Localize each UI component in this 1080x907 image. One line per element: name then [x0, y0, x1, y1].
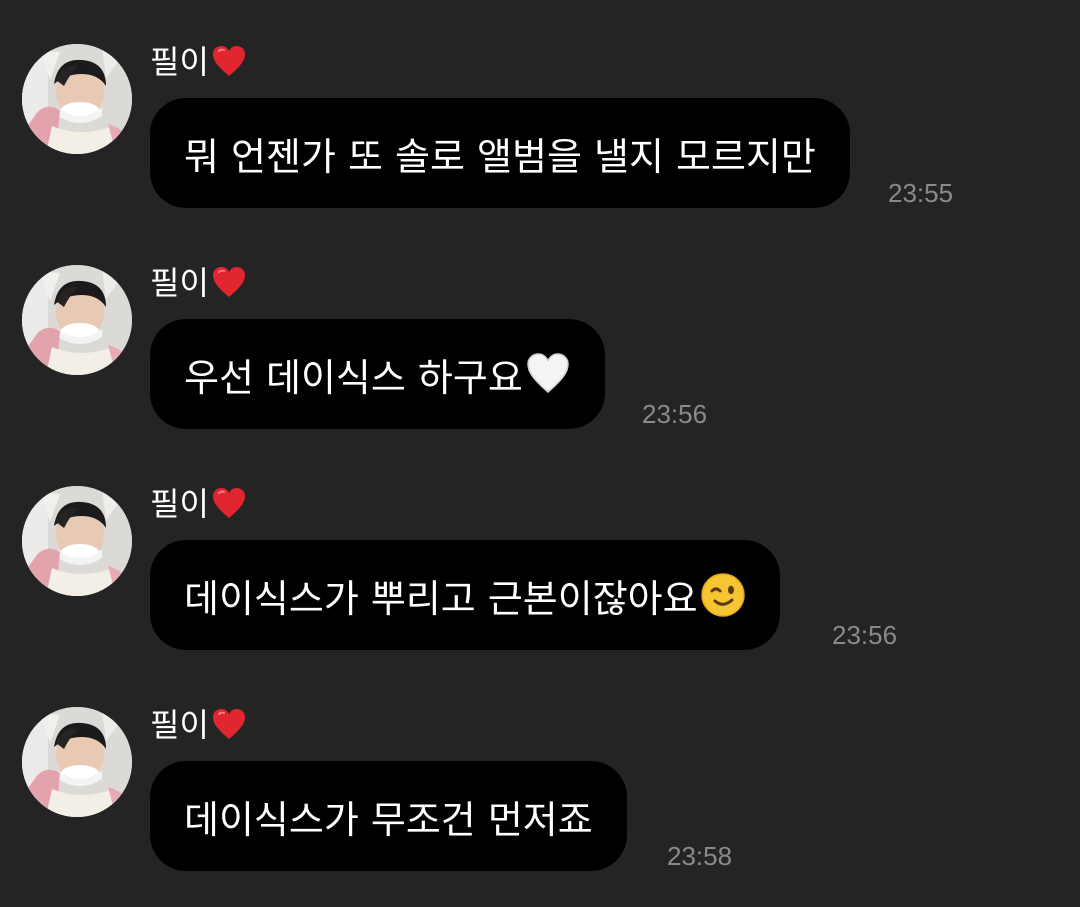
- message-text: 데이식스가 뿌리고 근본이잖아요: [184, 576, 698, 621]
- avatar[interactable]: [22, 707, 132, 817]
- message-timestamp: 23:56: [642, 399, 708, 429]
- message-row: 필이 우선 데이식스 하구요 23:56: [0, 263, 1080, 465]
- message-row: 필이 데이식스가 뿌리고 근본이잖아요 23:56: [0, 484, 1080, 686]
- avatar-photo: [22, 486, 132, 596]
- sender-name: 필이: [150, 42, 247, 82]
- avatar-photo: [22, 265, 132, 375]
- sender-name-text: 필이: [150, 264, 209, 302]
- white-heart-icon: [525, 351, 571, 397]
- chat-thread: 필이 뭐 언젠가 또 솔로 앨범을 낼지 모르지만 23:55 필이 우선 데이…: [0, 0, 1080, 901]
- sender-name-text: 필이: [150, 43, 209, 81]
- sender-name: 필이: [150, 484, 247, 524]
- message-row: 필이 데이식스가 무조건 먼저죠 23:58: [0, 705, 1080, 907]
- red-heart-icon: [211, 265, 247, 301]
- sender-name-text: 필이: [150, 706, 209, 744]
- avatar[interactable]: [22, 44, 132, 154]
- message-timestamp: 23:55: [888, 178, 954, 208]
- sender-name: 필이: [150, 263, 247, 303]
- message-row: 필이 뭐 언젠가 또 솔로 앨범을 낼지 모르지만 23:55: [0, 42, 1080, 244]
- message-bubble[interactable]: 뭐 언젠가 또 솔로 앨범을 낼지 모르지만: [150, 98, 850, 208]
- red-heart-icon: [211, 44, 247, 80]
- avatar-photo: [22, 707, 132, 817]
- sender-name: 필이: [150, 705, 247, 745]
- avatar[interactable]: [22, 265, 132, 375]
- message-timestamp: 23:58: [667, 841, 733, 871]
- message-text: 우선 데이식스 하구요: [184, 355, 523, 400]
- red-heart-icon: [211, 486, 247, 522]
- red-heart-icon: [211, 707, 247, 743]
- message-bubble[interactable]: 데이식스가 무조건 먼저죠: [150, 761, 627, 871]
- message-timestamp: 23:56: [832, 620, 898, 650]
- sender-name-text: 필이: [150, 485, 209, 523]
- avatar[interactable]: [22, 486, 132, 596]
- message-text: 데이식스가 무조건 먼저죠: [184, 797, 593, 842]
- message-bubble[interactable]: 우선 데이식스 하구요: [150, 319, 605, 429]
- message-text: 뭐 언젠가 또 솔로 앨범을 낼지 모르지만: [184, 134, 816, 179]
- message-bubble[interactable]: 데이식스가 뿌리고 근본이잖아요: [150, 540, 780, 650]
- winking-face-icon: [700, 572, 746, 618]
- avatar-photo: [22, 44, 132, 154]
